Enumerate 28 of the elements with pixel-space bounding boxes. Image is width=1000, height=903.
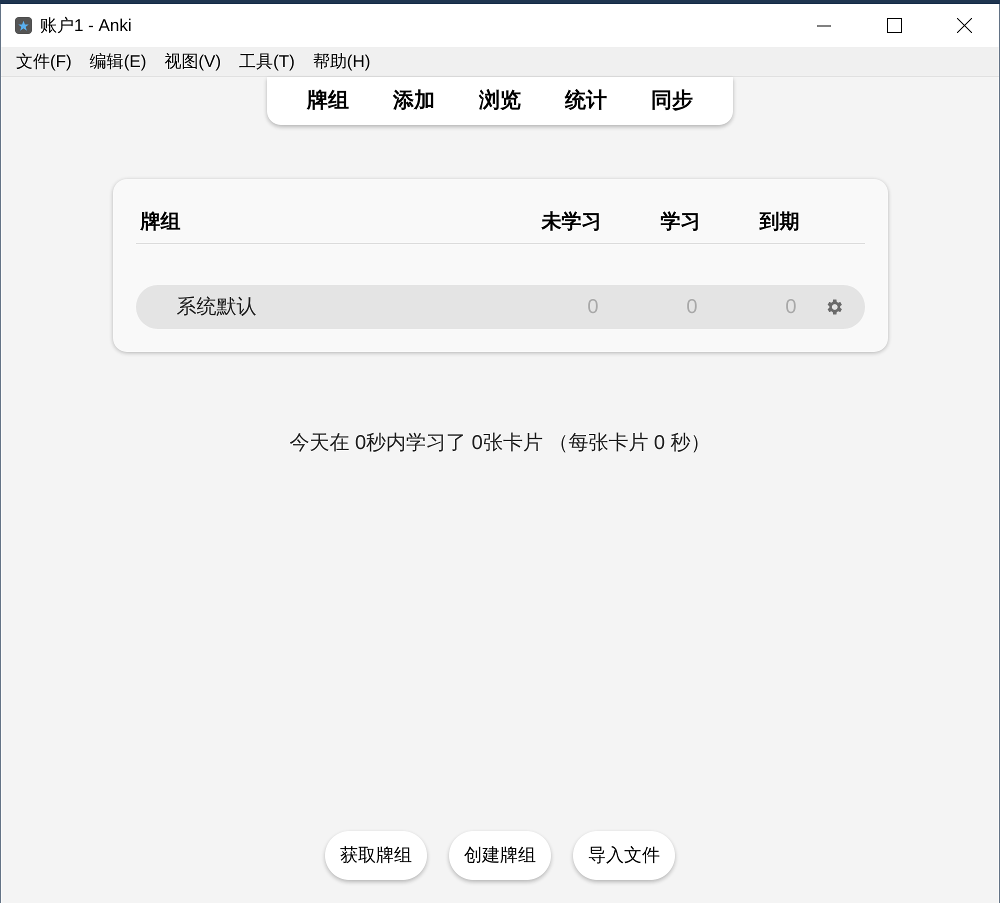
menu-item[interactable]: 工具(T): [230, 48, 304, 74]
count-cell: 0: [587, 296, 598, 318]
app-icon: [14, 16, 33, 35]
study-summary: 今天在 0秒内学习了 0张卡片 （每张卡片 0 秒）: [289, 431, 711, 456]
action-button[interactable]: 获取牌组: [325, 831, 427, 880]
menu-item[interactable]: 帮助(H): [304, 48, 380, 74]
toolbar-link[interactable]: 统计: [543, 85, 629, 117]
action-button[interactable]: 导入文件: [573, 831, 675, 880]
column-header: 未学习: [542, 211, 602, 233]
maximize-icon: [886, 18, 902, 33]
column-header: 学习: [660, 211, 700, 233]
window-title: 账户1 - Anki: [40, 14, 132, 37]
column-header: 到期: [760, 211, 800, 233]
column-header: 牌组: [140, 211, 180, 233]
menu-item[interactable]: 文件(F): [7, 48, 81, 74]
toolbar-link[interactable]: 牌组: [285, 85, 371, 117]
deck-name[interactable]: 系统默认: [176, 296, 256, 318]
minimize-icon: [817, 24, 831, 26]
close-icon: [956, 18, 972, 33]
deck-row[interactable]: 系统默认 0 0 0: [136, 285, 864, 329]
toolbar-link[interactable]: 添加: [371, 85, 457, 117]
count-cell: 0: [785, 296, 796, 318]
action-button[interactable]: 创建牌组: [449, 831, 551, 880]
toolbar-link[interactable]: 同步: [629, 85, 715, 117]
count-cell: 0: [686, 296, 698, 318]
menu-item[interactable]: 视图(V): [155, 48, 230, 74]
toolbar-link[interactable]: 浏览: [457, 85, 543, 117]
menu-item[interactable]: 编辑(E): [80, 48, 156, 74]
